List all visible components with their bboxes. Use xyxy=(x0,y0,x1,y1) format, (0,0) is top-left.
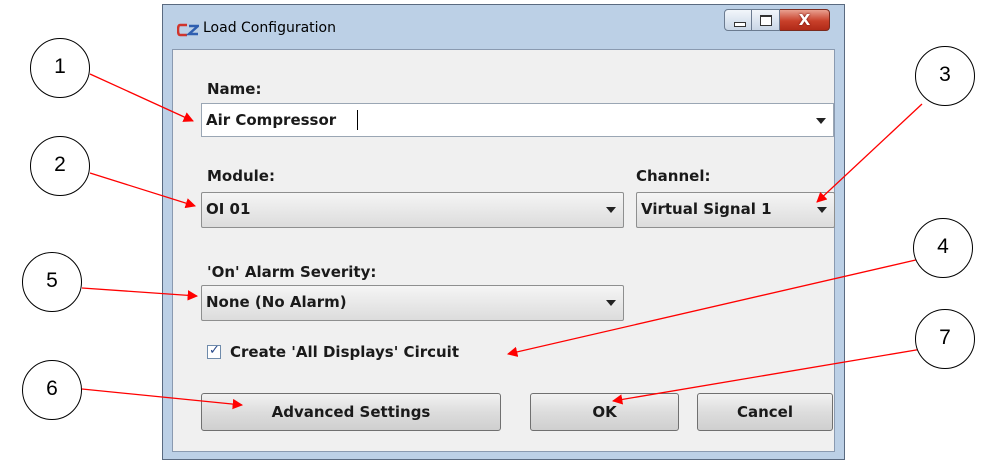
arrow-4 xyxy=(506,258,921,357)
arrow-6 xyxy=(81,388,244,410)
arrow-3 xyxy=(816,103,923,203)
callout-4: 4 xyxy=(913,218,973,278)
callout-1: 1 xyxy=(30,38,90,98)
callout-7: 7 xyxy=(915,309,975,369)
callout-3: 3 xyxy=(915,46,975,106)
arrow-5 xyxy=(81,287,199,301)
callout-2: 2 xyxy=(30,136,90,196)
callout-6: 6 xyxy=(22,360,82,420)
arrow-7 xyxy=(611,348,923,405)
arrow-1 xyxy=(89,73,194,122)
annotation-arrows xyxy=(81,73,923,410)
callout-5: 5 xyxy=(22,252,82,312)
arrow-2 xyxy=(89,172,196,209)
